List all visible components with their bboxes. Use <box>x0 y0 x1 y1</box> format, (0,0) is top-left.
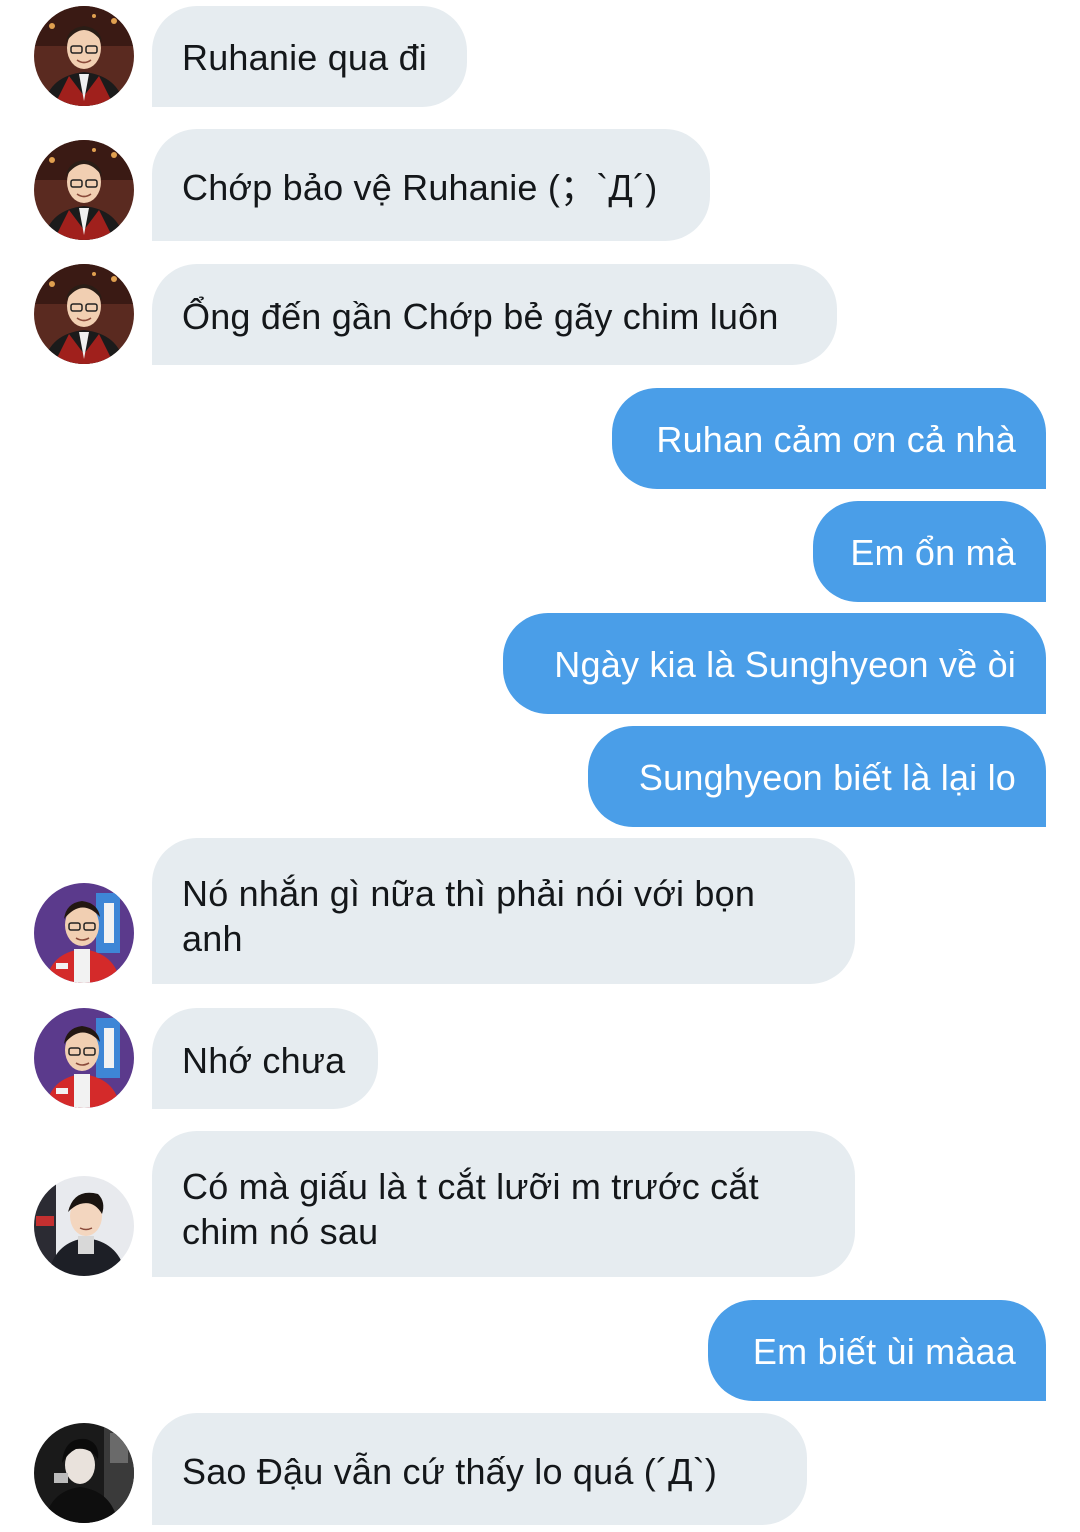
user-avatar[interactable] <box>34 264 134 364</box>
user-avatar[interactable] <box>34 140 134 240</box>
message-text: Ruhan cảm ơn cả nhà <box>656 419 1016 460</box>
user-avatar[interactable] <box>34 6 134 106</box>
message-text: Ổng đến gần Chớp bẻ gãy chim luôn <box>182 296 779 337</box>
message-bubble-incoming[interactable]: Ruhanie qua đi <box>152 6 467 107</box>
message-text: Có mà giấu là t cắt lưỡi m trước cắt chi… <box>182 1166 759 1252</box>
user-avatar[interactable] <box>34 1008 134 1108</box>
chat-thread: Ruhanie qua đi Chớp bảo vệ Ruhanie (；`Д´… <box>0 0 1080 1532</box>
message-text: Sao Đậu vẫn cứ thấy lo quá (´Д`) <box>182 1451 718 1492</box>
message-bubble-incoming[interactable]: Nó nhắn gì nữa thì phải nói với bọn anh <box>152 838 855 984</box>
avatar-photo-icon <box>34 1008 134 1108</box>
message-text: Nó nhắn gì nữa thì phải nói với bọn anh <box>182 873 756 959</box>
avatar-photo-icon <box>34 1423 134 1523</box>
message-bubble-incoming[interactable]: Sao Đậu vẫn cứ thấy lo quá (´Д`) <box>152 1413 807 1525</box>
avatar-photo-icon <box>34 140 134 240</box>
avatar-photo-icon <box>34 1176 134 1276</box>
message-bubble-outgoing[interactable]: Em ổn mà <box>813 501 1046 602</box>
user-avatar[interactable] <box>34 883 134 983</box>
avatar-photo-icon <box>34 264 134 364</box>
message-text: Ngày kia là Sunghyeon về òi <box>554 644 1016 685</box>
message-bubble-outgoing[interactable]: Ngày kia là Sunghyeon về òi <box>503 613 1046 714</box>
message-bubble-incoming[interactable]: Chớp bảo vệ Ruhanie (；`Д´) <box>152 129 710 241</box>
message-text: Chớp bảo vệ Ruhanie (；`Д´) <box>182 167 658 208</box>
user-avatar[interactable] <box>34 1176 134 1276</box>
message-bubble-outgoing[interactable]: Ruhan cảm ơn cả nhà <box>612 388 1046 489</box>
message-text: Sunghyeon biết là lại lo <box>638 757 1016 798</box>
message-bubble-outgoing[interactable]: Sunghyeon biết là lại lo <box>588 726 1046 827</box>
message-bubble-incoming[interactable]: Có mà giấu là t cắt lưỡi m trước cắt chi… <box>152 1131 855 1277</box>
message-text: Em ổn mà <box>850 532 1016 573</box>
message-text: Nhớ chưa <box>182 1040 346 1081</box>
avatar-photo-icon <box>34 6 134 106</box>
message-text: Ruhanie qua đi <box>182 37 427 78</box>
user-avatar[interactable] <box>34 1423 134 1523</box>
message-text: Em biết ùi màaa <box>752 1331 1016 1372</box>
message-bubble-incoming[interactable]: Ổng đến gần Chớp bẻ gãy chim luôn <box>152 264 837 365</box>
avatar-photo-icon <box>34 883 134 983</box>
message-bubble-outgoing[interactable]: Em biết ùi màaa <box>708 1300 1046 1401</box>
message-bubble-incoming[interactable]: Nhớ chưa <box>152 1008 378 1109</box>
